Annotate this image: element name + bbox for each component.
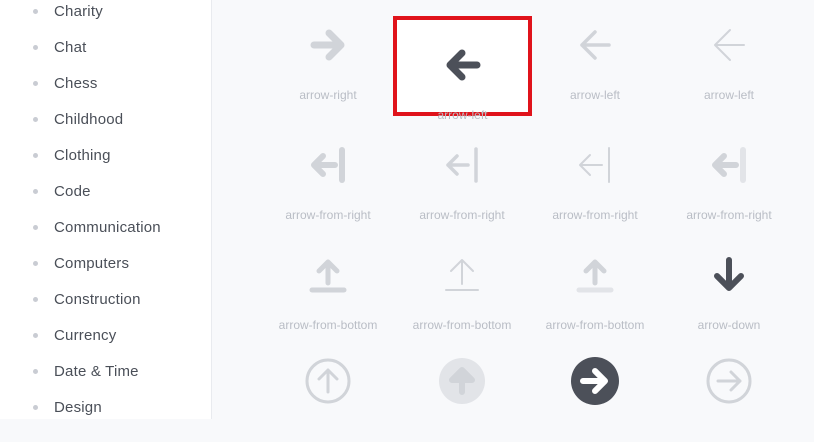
icon-name: arrow-from-right xyxy=(686,208,772,222)
icon-name: arrow-left xyxy=(703,88,754,102)
arrow-from-bottom-icon xyxy=(437,250,487,300)
icon-name: arrow-from-bottom xyxy=(412,318,512,332)
icon-cell[interactable]: arrow-left xyxy=(528,0,662,106)
arrow-down-icon xyxy=(704,250,754,300)
sidebar-item-chat[interactable]: Chat xyxy=(0,29,212,65)
sidebar-item-label: Chat xyxy=(54,38,87,56)
bullet-icon xyxy=(33,189,38,194)
sidebar-item-label: Currency xyxy=(54,326,117,344)
sidebar-item-label: Charity xyxy=(54,2,103,20)
arrow-circle-up-icon xyxy=(437,356,487,406)
icon-cell[interactable]: arrow-from-right xyxy=(662,116,796,226)
arrow-from-right-icon xyxy=(570,140,620,190)
sidebar-item-label: Clothing xyxy=(54,146,111,164)
sidebar-item-construction[interactable]: Construction xyxy=(0,281,212,317)
icon-name: arrow-from-right xyxy=(419,208,505,222)
icon-name: arrow-right xyxy=(299,88,357,102)
icon-grid: arrow-right arrow-left arrow-left arrow-… xyxy=(213,0,814,419)
sidebar-item-label: Design xyxy=(54,398,102,416)
icon-name: arrow-left xyxy=(569,88,620,102)
sidebar-item-chess[interactable]: Chess xyxy=(0,65,212,101)
icon-cell[interactable] xyxy=(662,332,796,442)
bullet-icon xyxy=(33,369,38,374)
icon-cell-selected[interactable]: arrow-left xyxy=(393,16,532,122)
sidebar-item-label: Construction xyxy=(54,290,141,308)
sidebar-item-charity[interactable]: Charity xyxy=(0,0,212,29)
bullet-icon xyxy=(33,153,38,158)
icon-name: arrow-down xyxy=(697,318,761,332)
icon-cell[interactable]: arrow-from-right xyxy=(261,116,395,226)
arrow-circle-right-icon xyxy=(570,356,620,406)
icon-cell[interactable] xyxy=(395,332,529,442)
arrow-left-icon xyxy=(704,20,754,70)
bullet-icon xyxy=(33,45,38,50)
arrow-from-right-icon xyxy=(704,140,754,190)
icon-name: arrow-from-right xyxy=(285,208,371,222)
arrow-from-right-icon xyxy=(303,140,353,190)
icon-name: arrow-from-right xyxy=(552,208,638,222)
sidebar-item-currency[interactable]: Currency xyxy=(0,317,212,353)
sidebar-item-clothing[interactable]: Clothing xyxy=(0,137,212,173)
sidebar-item-label: Code xyxy=(54,182,91,200)
sidebar-item-label: Computers xyxy=(54,254,130,272)
icon-cell[interactable] xyxy=(261,332,395,442)
sidebar-item-label: Chess xyxy=(54,74,98,92)
sidebar-item-computers[interactable]: Computers xyxy=(0,245,212,281)
icon-name: arrow-from-bottom xyxy=(278,318,378,332)
arrow-right-icon xyxy=(303,20,353,70)
icon-cell[interactable]: arrow-from-bottom xyxy=(395,226,529,336)
icon-cell[interactable]: arrow-down xyxy=(662,226,796,336)
bullet-icon xyxy=(33,261,38,266)
category-sidebar: Charity Chat Chess Childhood Clothing Co… xyxy=(0,0,212,419)
sidebar-item-label: Childhood xyxy=(54,110,124,128)
bullet-icon xyxy=(33,117,38,122)
sidebar-item-design[interactable]: Design xyxy=(0,389,212,425)
bullet-icon xyxy=(33,405,38,410)
icon-cell[interactable]: arrow-from-bottom xyxy=(528,226,662,336)
bullet-icon xyxy=(33,81,38,86)
sidebar-item-label: Date & Time xyxy=(54,362,139,380)
bullet-icon xyxy=(33,297,38,302)
arrow-left-icon xyxy=(570,20,620,70)
sidebar-item-childhood[interactable]: Childhood xyxy=(0,101,212,137)
arrow-from-bottom-icon xyxy=(570,250,620,300)
icon-cell[interactable]: arrow-right xyxy=(261,0,395,106)
sidebar-item-communication[interactable]: Communication xyxy=(0,209,212,245)
sidebar-item-code[interactable]: Code xyxy=(0,173,212,209)
arrow-left-icon xyxy=(438,40,488,90)
bullet-icon xyxy=(33,9,38,14)
sidebar-item-date-time[interactable]: Date & Time xyxy=(0,353,212,389)
arrow-circle-up-icon xyxy=(303,356,353,406)
arrow-circle-right-icon xyxy=(704,356,754,406)
arrow-from-right-icon xyxy=(437,140,487,190)
icon-cell[interactable]: arrow-left xyxy=(662,0,796,106)
bullet-icon xyxy=(33,225,38,230)
icon-cell[interactable] xyxy=(528,332,662,442)
bullet-icon xyxy=(33,333,38,338)
sidebar-item-label: Communication xyxy=(54,218,161,236)
icon-cell[interactable]: arrow-from-right xyxy=(395,116,529,226)
icon-name: arrow-from-bottom xyxy=(545,318,645,332)
icon-cell[interactable]: arrow-from-bottom xyxy=(261,226,395,336)
arrow-from-bottom-icon xyxy=(303,250,353,300)
icon-cell[interactable]: arrow-from-right xyxy=(528,116,662,226)
